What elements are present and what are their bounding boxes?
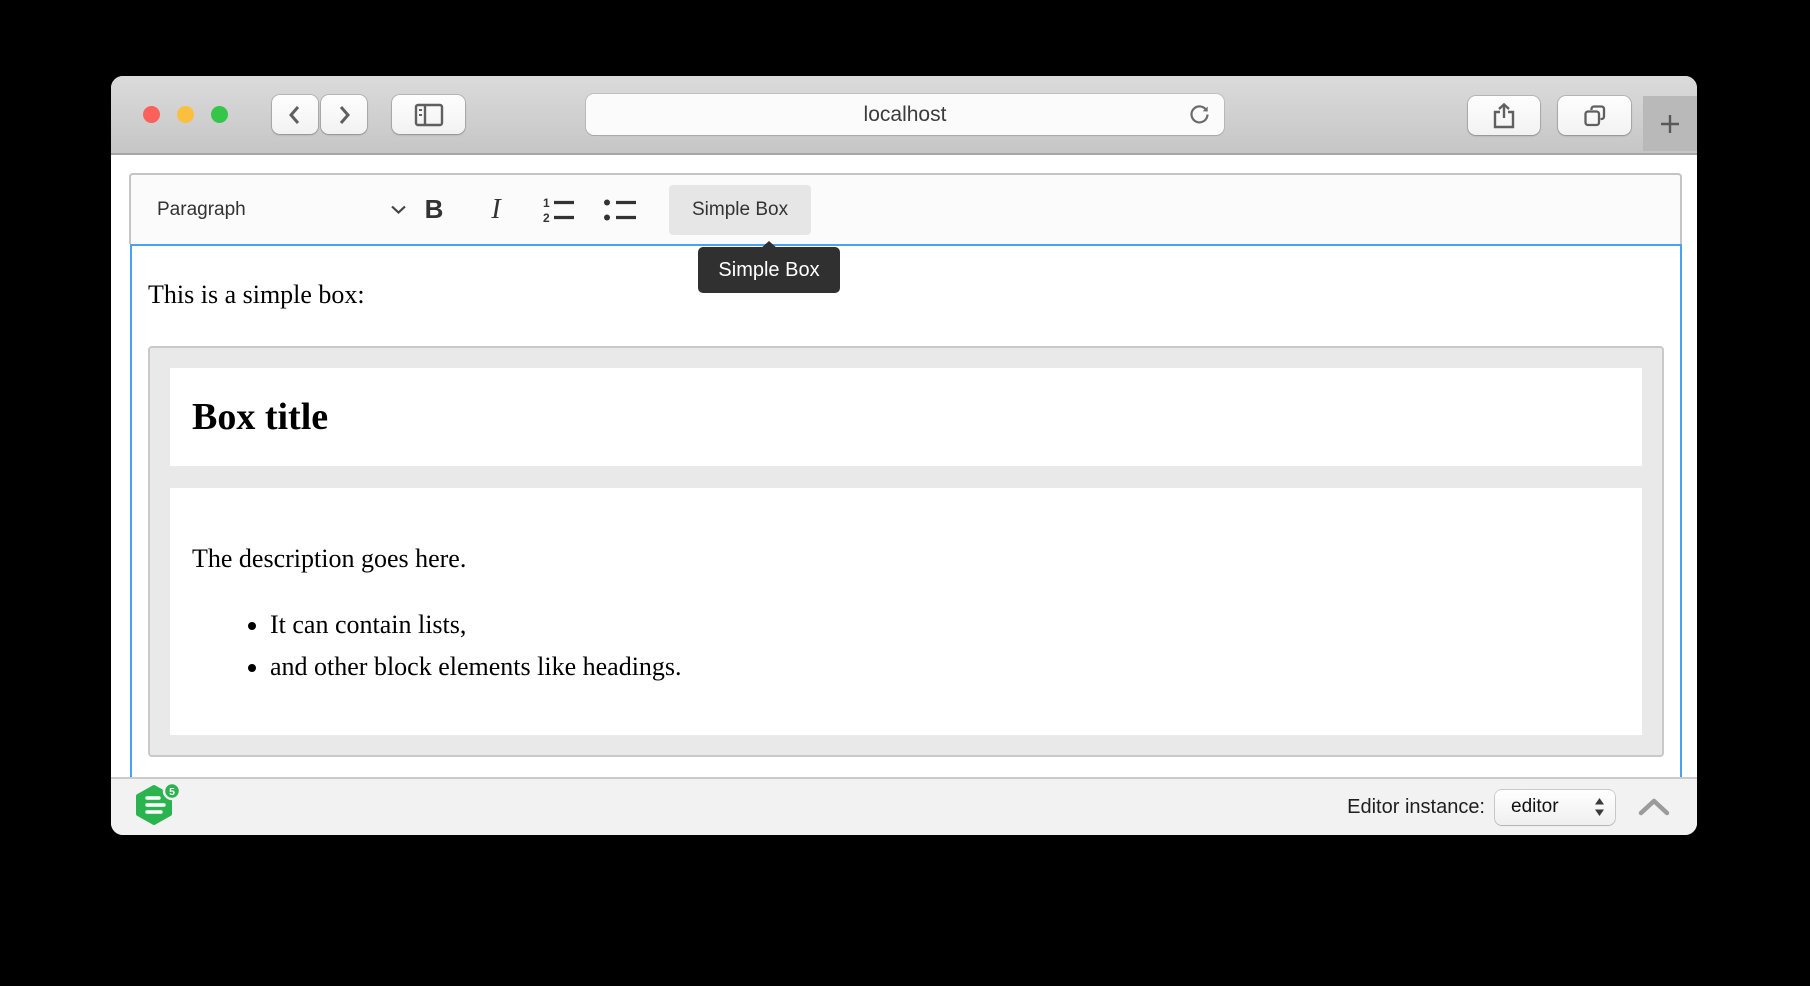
simple-box-button[interactable]: Simple Box — [669, 185, 811, 235]
tooltip-text: Simple Box — [718, 259, 819, 282]
simple-box-description[interactable]: The description goes here. It can contai… — [170, 488, 1642, 735]
editor-toolbar: Paragraph B I 1 2 — [129, 173, 1682, 244]
list-item[interactable]: and other block elements like headings. — [270, 646, 1620, 688]
web-page: Paragraph B I 1 2 — [111, 155, 1697, 777]
back-button[interactable] — [272, 95, 318, 134]
address-bar-url: localhost — [864, 103, 947, 127]
simple-box-widget[interactable]: Box title The description goes here. It … — [148, 346, 1664, 757]
editor-instance-selected-value: editor — [1511, 796, 1559, 818]
italic-icon: I — [491, 194, 500, 226]
collapse-panel-button[interactable] — [1637, 797, 1671, 817]
numbered-list-icon: 1 2 — [540, 196, 576, 224]
select-arrows-icon — [1593, 795, 1606, 819]
zoom-window-button[interactable] — [211, 106, 228, 123]
svg-text:2: 2 — [543, 211, 550, 224]
ckeditor-logo-icon: 5 — [133, 782, 183, 832]
italic-button[interactable]: I — [469, 186, 523, 234]
editor-instance-label: Editor instance: — [1347, 796, 1485, 819]
show-all-tabs-button[interactable] — [1558, 96, 1631, 135]
editor-editable-area[interactable]: This is a simple box: Box title The desc… — [130, 244, 1682, 777]
sidebar-icon — [414, 103, 444, 127]
numbered-list-button[interactable]: 1 2 — [531, 186, 585, 234]
new-tab-button[interactable] — [1643, 96, 1697, 151]
editor-instance-select[interactable]: editor — [1495, 790, 1615, 825]
simple-box-title-text: Box title — [192, 395, 328, 439]
share-button[interactable] — [1468, 96, 1540, 135]
heading-dropdown-value: Paragraph — [157, 199, 246, 221]
chevron-down-icon — [390, 204, 407, 215]
bulleted-list-button[interactable] — [593, 186, 647, 234]
bulleted-list-icon — [602, 196, 638, 224]
bold-icon: B — [425, 194, 444, 225]
editor-debug-bar: 5 Editor instance: editor — [111, 777, 1697, 835]
description-list: It can contain lists, and other block el… — [192, 604, 1620, 688]
list-item[interactable]: It can contain lists, — [270, 604, 1620, 646]
share-icon — [1492, 102, 1516, 130]
svg-text:1: 1 — [543, 196, 550, 210]
browser-title-bar: localhost — [111, 76, 1697, 155]
sidebar-toggle-button[interactable] — [392, 95, 465, 134]
tabs-overview-icon — [1582, 103, 1608, 129]
simple-box-title[interactable]: Box title — [170, 368, 1642, 466]
forward-button[interactable] — [321, 95, 367, 134]
simple-box-button-label: Simple Box — [692, 199, 788, 221]
chevron-left-icon — [287, 104, 303, 126]
browser-window: localhost — [111, 76, 1697, 835]
chevron-right-icon — [336, 104, 352, 126]
description-paragraph[interactable]: The description goes here. — [192, 544, 1620, 574]
desktop-canvas: { "browser": { "address": "localhost" },… — [0, 0, 1810, 986]
intro-paragraph[interactable]: This is a simple box: — [148, 280, 1664, 310]
minimize-window-button[interactable] — [177, 106, 194, 123]
reload-icon[interactable] — [1187, 102, 1212, 132]
simple-box-tooltip: Simple Box — [698, 247, 840, 293]
svg-text:5: 5 — [169, 786, 175, 798]
bold-button[interactable]: B — [407, 186, 461, 234]
address-bar[interactable]: localhost — [586, 94, 1224, 135]
close-window-button[interactable] — [143, 106, 160, 123]
plus-icon — [1658, 112, 1682, 136]
heading-dropdown[interactable]: Paragraph — [157, 199, 407, 221]
